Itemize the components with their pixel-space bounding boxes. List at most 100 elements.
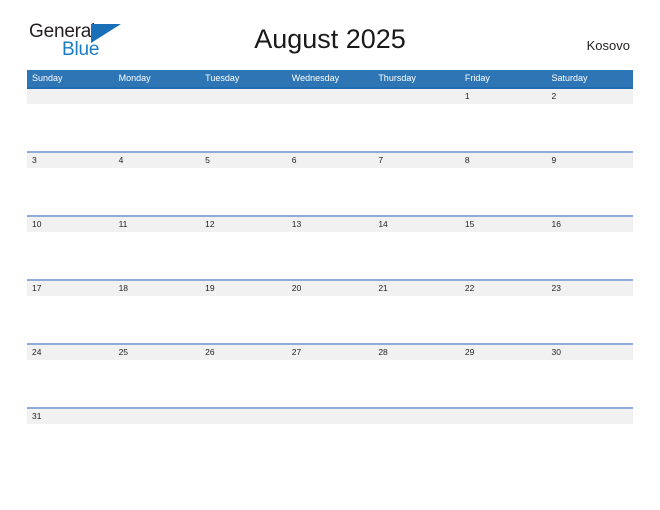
calendar-day-cell[interactable]: 16 bbox=[546, 217, 634, 279]
day-number: 5 bbox=[200, 153, 287, 168]
day-number: 19 bbox=[200, 281, 287, 296]
calendar-day-cell[interactable]: 1 bbox=[459, 89, 547, 151]
calendar-day-cell[interactable] bbox=[286, 89, 374, 151]
day-number: 6 bbox=[286, 153, 374, 168]
day-number: 27 bbox=[286, 345, 374, 360]
day-number: 26 bbox=[200, 345, 287, 360]
day-number bbox=[200, 409, 287, 424]
day-number bbox=[286, 409, 374, 424]
day-number: 7 bbox=[373, 153, 460, 168]
weekday-monday: Monday bbox=[118, 73, 151, 83]
calendar-day-cell[interactable] bbox=[200, 89, 287, 151]
day-number bbox=[459, 409, 547, 424]
calendar-day-cell[interactable]: 27 bbox=[286, 345, 374, 407]
calendar-day-cell[interactable] bbox=[373, 89, 460, 151]
day-number bbox=[113, 409, 201, 424]
day-number: 10 bbox=[27, 217, 114, 232]
day-number: 9 bbox=[546, 153, 634, 168]
weekday-friday: Friday bbox=[464, 73, 490, 83]
day-number: 23 bbox=[546, 281, 634, 296]
calendar-day-cell[interactable]: 20 bbox=[286, 281, 374, 343]
calendar-day-cell[interactable]: 31 bbox=[27, 409, 114, 471]
weekday-tuesday: Tuesday bbox=[205, 73, 240, 83]
calendar-week-row: 10 11 12 13 14 15 16 bbox=[27, 215, 634, 279]
calendar-day-cell[interactable]: 23 bbox=[546, 281, 634, 343]
calendar-week-row: 24 25 26 27 28 29 30 bbox=[27, 343, 634, 407]
calendar-day-cell[interactable] bbox=[286, 409, 374, 471]
calendar-day-cell[interactable]: 6 bbox=[286, 153, 374, 215]
calendar-day-cell[interactable] bbox=[546, 409, 634, 471]
day-number: 12 bbox=[200, 217, 287, 232]
day-number bbox=[113, 89, 201, 104]
calendar-day-cell[interactable]: 18 bbox=[113, 281, 201, 343]
page-header: General Blue August 2025 Kosovo bbox=[0, 0, 660, 60]
calendar-day-cell[interactable]: 7 bbox=[373, 153, 460, 215]
calendar-week-row: 1 2 bbox=[27, 87, 634, 151]
day-number: 14 bbox=[373, 217, 460, 232]
day-number bbox=[286, 89, 374, 104]
calendar-day-cell[interactable]: 11 bbox=[113, 217, 201, 279]
calendar-day-cell[interactable]: 19 bbox=[200, 281, 287, 343]
calendar-day-cell[interactable] bbox=[113, 89, 201, 151]
day-number bbox=[373, 89, 460, 104]
calendar-day-cell[interactable]: 2 bbox=[546, 89, 634, 151]
calendar-day-cell[interactable]: 26 bbox=[200, 345, 287, 407]
calendar-day-cell[interactable]: 3 bbox=[27, 153, 114, 215]
calendar-day-cell[interactable]: 8 bbox=[459, 153, 547, 215]
day-number bbox=[27, 89, 114, 104]
calendar-day-cell[interactable]: 21 bbox=[373, 281, 460, 343]
country-label: Kosovo bbox=[586, 38, 630, 53]
calendar-day-cell[interactable]: 25 bbox=[113, 345, 201, 407]
day-number: 25 bbox=[113, 345, 201, 360]
calendar-day-cell[interactable]: 24 bbox=[27, 345, 114, 407]
day-number: 29 bbox=[459, 345, 547, 360]
weekday-sunday: Sunday bbox=[32, 73, 63, 83]
calendar-day-cell[interactable]: 30 bbox=[546, 345, 634, 407]
calendar-day-cell[interactable]: 10 bbox=[27, 217, 114, 279]
calendar-day-cell[interactable] bbox=[27, 89, 114, 151]
weekday-thursday: Thursday bbox=[378, 73, 416, 83]
calendar-day-cell[interactable]: 15 bbox=[459, 217, 547, 279]
day-number: 1 bbox=[459, 89, 547, 104]
day-number: 17 bbox=[27, 281, 114, 296]
calendar-day-cell[interactable]: 17 bbox=[27, 281, 114, 343]
day-number: 28 bbox=[373, 345, 460, 360]
calendar-day-cell[interactable]: 5 bbox=[200, 153, 287, 215]
calendar-day-cell[interactable]: 12 bbox=[200, 217, 287, 279]
day-number: 11 bbox=[113, 217, 201, 232]
calendar-day-cell[interactable] bbox=[113, 409, 201, 471]
calendar-day-cell[interactable]: 29 bbox=[459, 345, 547, 407]
day-number: 13 bbox=[286, 217, 374, 232]
day-number: 3 bbox=[27, 153, 114, 168]
weekday-saturday: Saturday bbox=[551, 73, 588, 83]
weekday-header-row: Sunday Monday Tuesday Wednesday Thursday… bbox=[27, 70, 633, 87]
calendar-day-cell[interactable]: 13 bbox=[286, 217, 374, 279]
day-number: 22 bbox=[459, 281, 547, 296]
day-number: 24 bbox=[27, 345, 114, 360]
calendar-grid: Sunday Monday Tuesday Wednesday Thursday… bbox=[27, 70, 634, 471]
day-number: 16 bbox=[546, 217, 634, 232]
calendar-week-row: 17 18 19 20 21 22 23 bbox=[27, 279, 634, 343]
calendar-day-cell[interactable]: 4 bbox=[113, 153, 201, 215]
calendar-day-cell[interactable]: 28 bbox=[373, 345, 460, 407]
day-number: 8 bbox=[459, 153, 547, 168]
day-number: 18 bbox=[113, 281, 201, 296]
calendar-day-cell[interactable]: 9 bbox=[546, 153, 634, 215]
calendar-day-cell[interactable]: 14 bbox=[373, 217, 460, 279]
day-number bbox=[373, 409, 460, 424]
calendar-day-cell[interactable]: 22 bbox=[459, 281, 547, 343]
day-number: 21 bbox=[373, 281, 460, 296]
calendar-day-cell[interactable] bbox=[373, 409, 460, 471]
day-number: 31 bbox=[27, 409, 114, 424]
day-number bbox=[200, 89, 287, 104]
calendar-day-cell[interactable] bbox=[459, 409, 547, 471]
day-number bbox=[546, 409, 634, 424]
calendar-day-cell[interactable] bbox=[200, 409, 287, 471]
day-number: 2 bbox=[546, 89, 634, 104]
weekday-wednesday: Wednesday bbox=[291, 73, 340, 83]
day-number: 15 bbox=[459, 217, 547, 232]
day-number: 20 bbox=[286, 281, 374, 296]
calendar-page: General Blue August 2025 Kosovo Sunday M… bbox=[0, 0, 660, 510]
day-number: 4 bbox=[113, 153, 201, 168]
calendar-week-row: 31 bbox=[27, 407, 634, 471]
